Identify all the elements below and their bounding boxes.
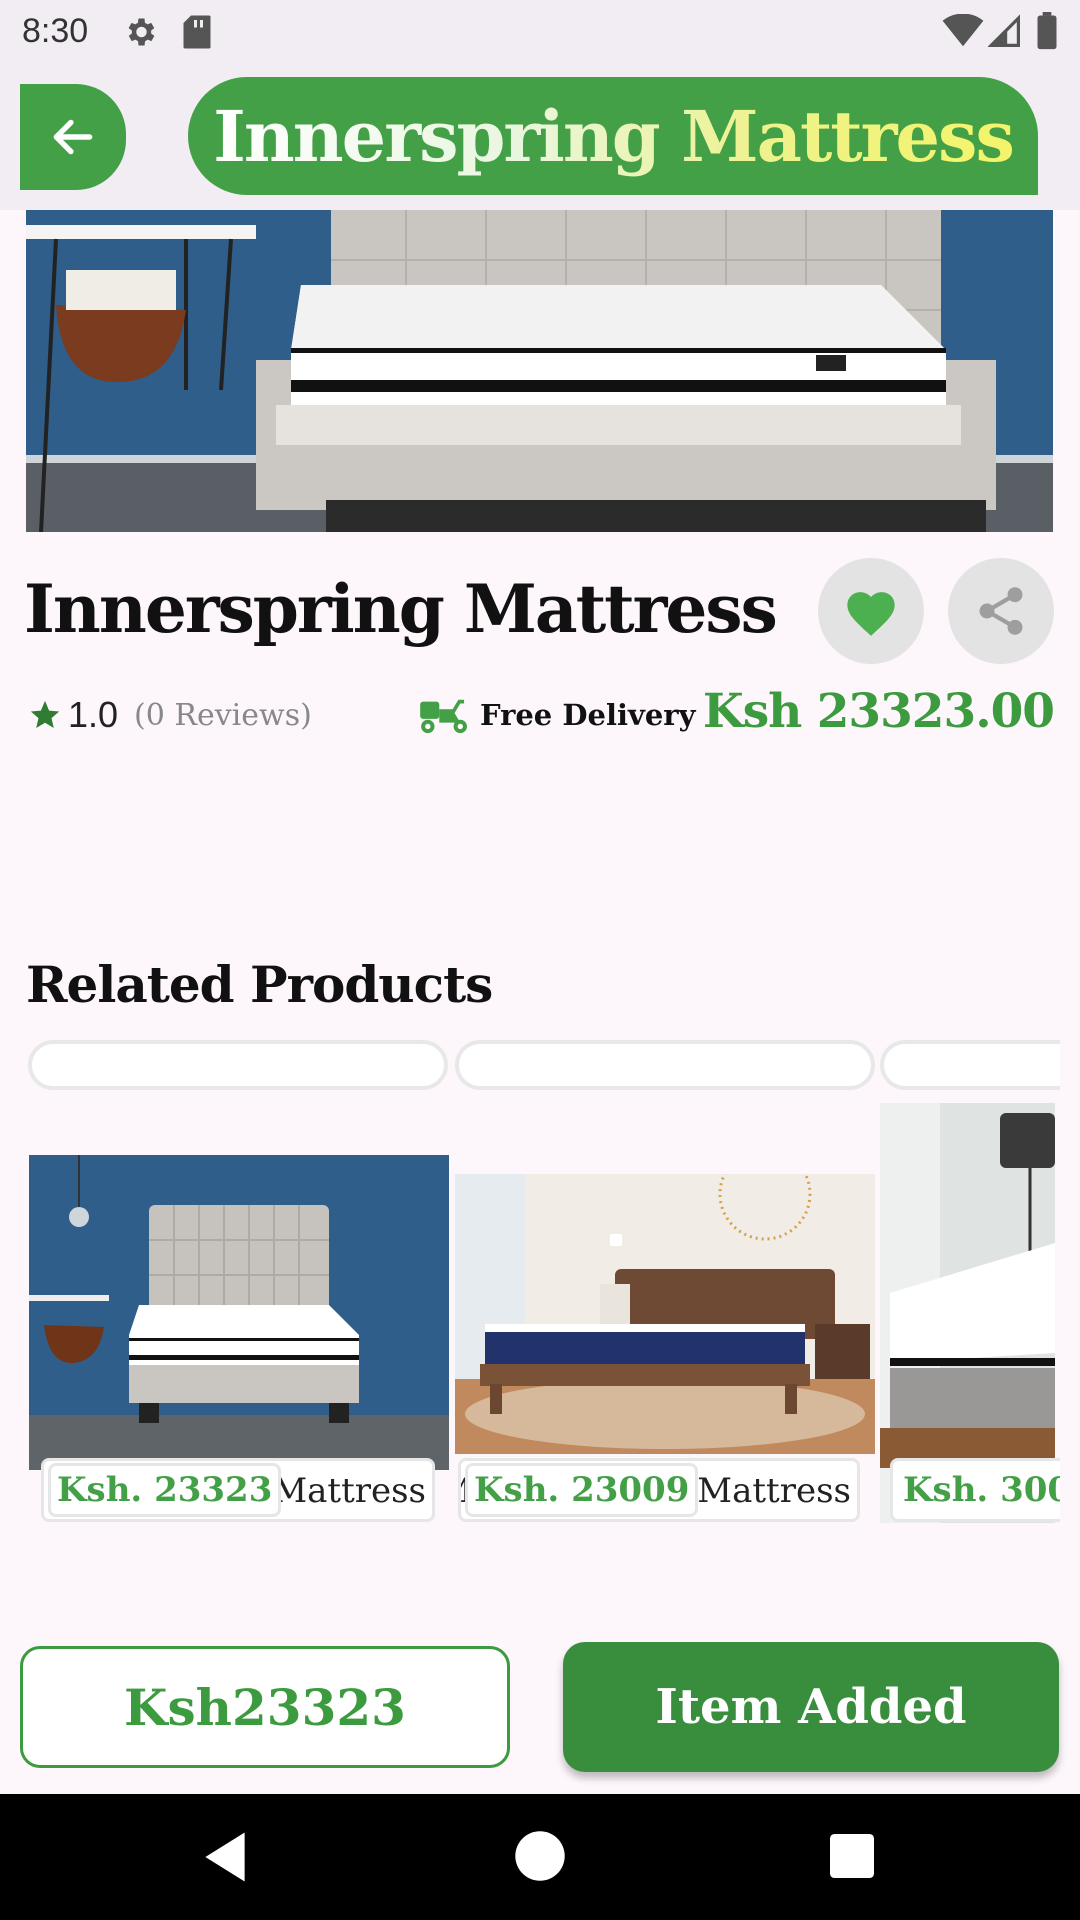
back-button[interactable]: [20, 84, 126, 190]
status-bar: 8:30: [0, 0, 1080, 62]
related-product-price: Ksh. 23323: [48, 1463, 282, 1517]
related-chip[interactable]: [455, 1040, 875, 1090]
recents-nav-icon[interactable]: [830, 1834, 874, 1878]
star-icon: [30, 700, 60, 729]
share-button[interactable]: [948, 558, 1054, 664]
battery-icon: [1037, 12, 1057, 50]
related-products-heading: Related Products: [26, 955, 493, 1014]
settings-icon: [128, 18, 155, 46]
system-nav-bar: [0, 1794, 1080, 1920]
related-chip[interactable]: [880, 1040, 1060, 1090]
sd-card-icon: [183, 15, 211, 49]
title-banner: Innerspring Mattress: [188, 77, 1038, 195]
related-chip[interactable]: [28, 1040, 448, 1090]
delivery-info: Free Delivery: [418, 690, 695, 740]
page-title: Innerspring Mattress: [213, 94, 1015, 178]
delivery-label: Free Delivery: [480, 698, 696, 732]
product-image: [26, 210, 1053, 532]
related-card-footer[interactable]: Innerspring Mattress Ksh. 23323: [41, 1458, 435, 1522]
signal-icon: [988, 14, 1020, 47]
product-price: Ksh 23323.00: [702, 684, 1055, 739]
related-product-image[interactable]: [455, 1174, 875, 1454]
delivery-scooter-icon: [420, 699, 467, 734]
related-card-footer[interactable]: Ksh. 3000: [890, 1458, 1060, 1522]
product-title: Innerspring Mattress: [24, 570, 778, 648]
rating: 1.0 (0 Reviews): [28, 690, 312, 740]
related-product-price: Ksh. 3000: [897, 1463, 1060, 1517]
status-time: 8:30: [22, 12, 89, 50]
related-product-price: Ksh. 23009: [465, 1463, 699, 1517]
review-count: (0 Reviews): [134, 697, 312, 733]
rating-value: 1.0: [68, 694, 119, 735]
related-card-footer[interactable]: Memory Foam Mattress Ksh. 23009: [458, 1458, 860, 1522]
related-product-image[interactable]: [29, 1155, 449, 1470]
arrow-left-icon: [53, 119, 93, 155]
home-nav-icon[interactable]: [514, 1830, 566, 1882]
top-app-bar: Innerspring Mattress: [0, 62, 1080, 210]
total-price: Ksh23323: [20, 1646, 510, 1768]
heart-icon: [847, 592, 895, 636]
favorite-button[interactable]: [818, 558, 924, 664]
back-nav-icon[interactable]: [200, 1830, 250, 1884]
wifi-icon: [942, 14, 984, 47]
share-icon: [979, 587, 1023, 635]
add-to-cart-button[interactable]: Item Added: [563, 1642, 1059, 1772]
